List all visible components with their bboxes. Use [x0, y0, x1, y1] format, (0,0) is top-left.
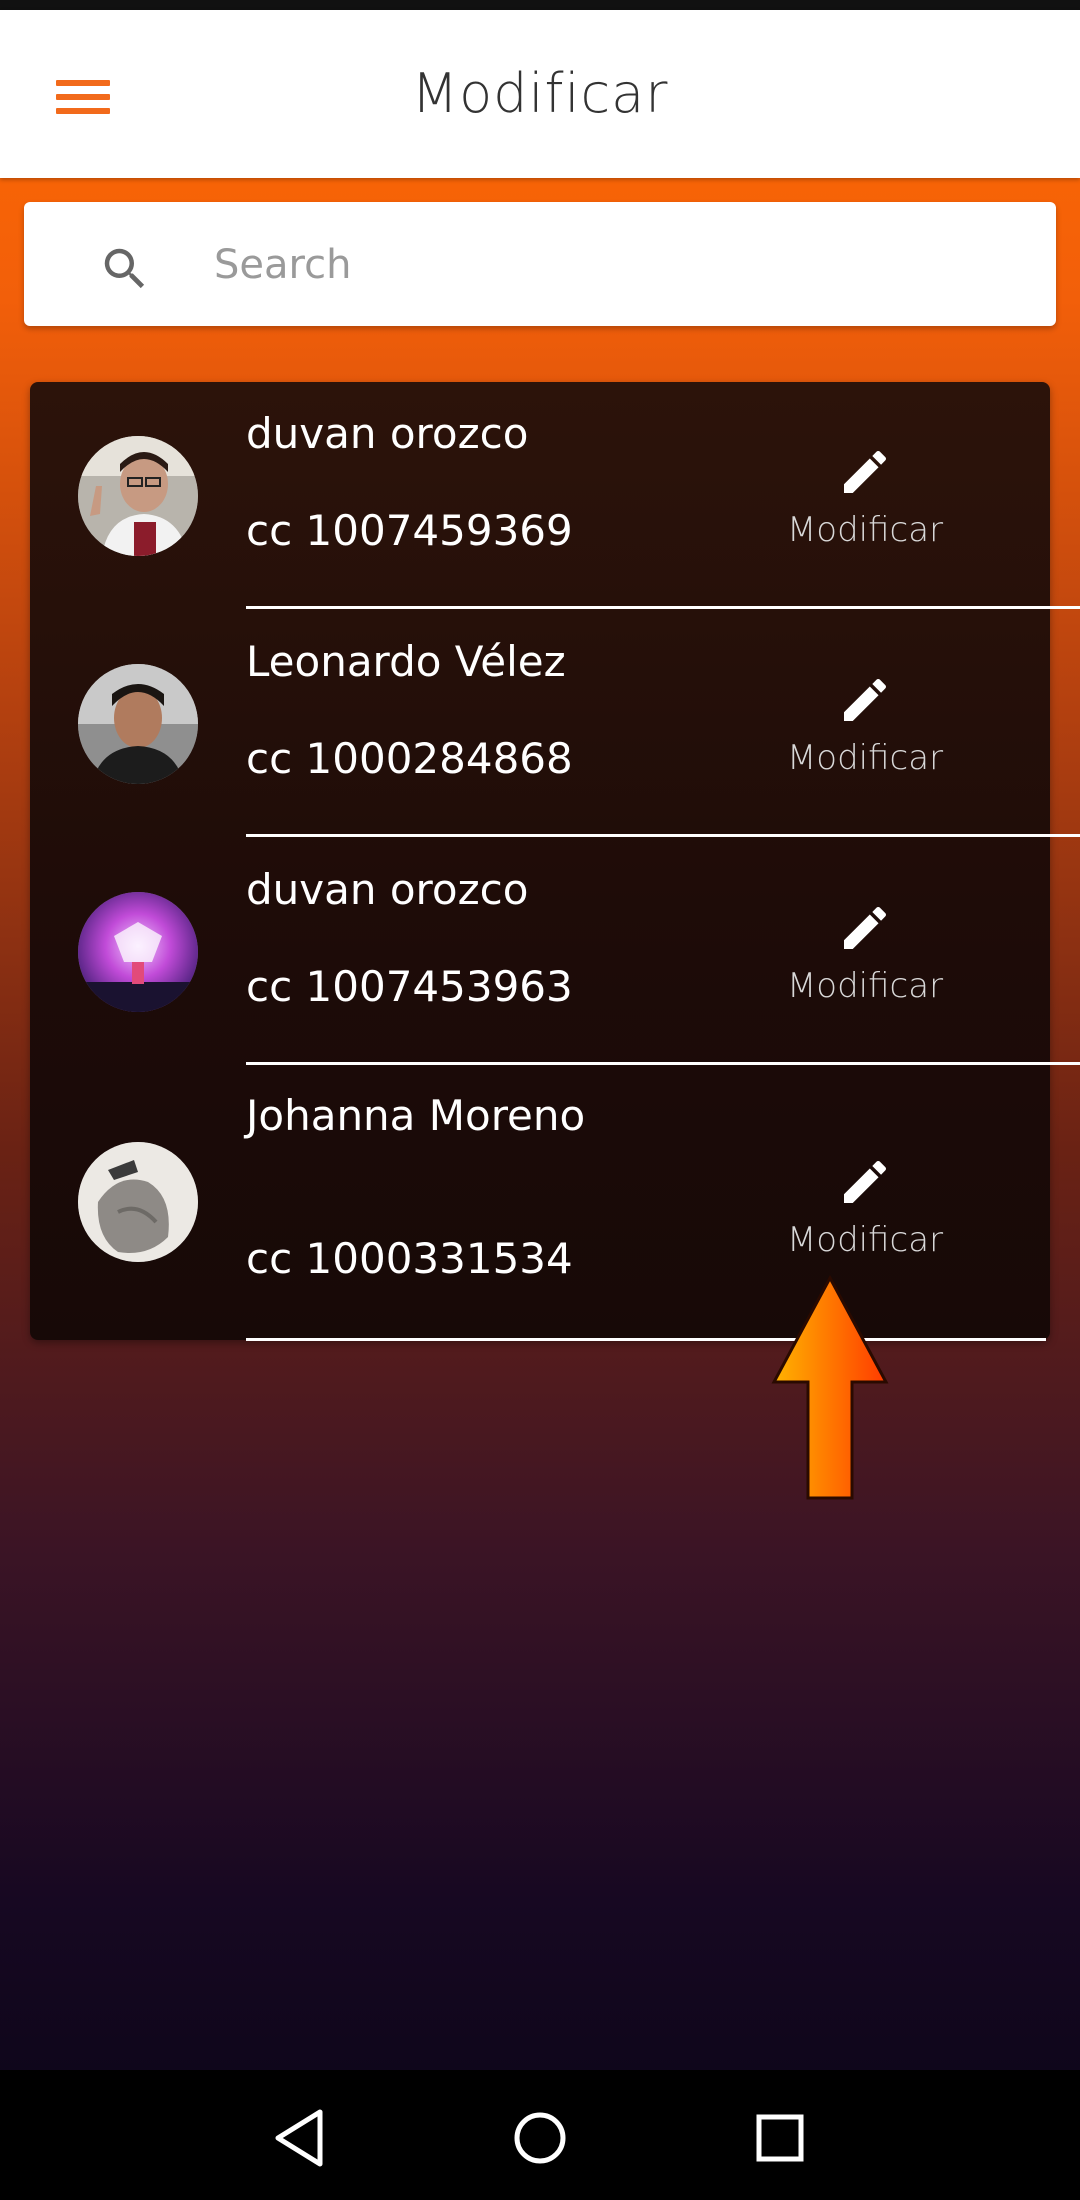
pencil-icon: [750, 900, 980, 956]
search-bar[interactable]: [24, 202, 1056, 326]
modify-label: Modificar: [786, 1220, 944, 1260]
modify-label: Modificar: [786, 510, 944, 550]
list-item[interactable]: duvan orozco cc 1007453963 Modificar: [30, 838, 1050, 1066]
avatar: [78, 436, 198, 556]
recents-square-icon: [740, 2114, 820, 2182]
modify-label: Modificar: [786, 966, 944, 1006]
avatar: [78, 664, 198, 784]
user-list: duvan orozco cc 1007459369 Modificar Leo…: [30, 382, 1080, 1340]
app-bar: Modificar: [0, 10, 1080, 178]
user-name: duvan orozco: [246, 409, 529, 458]
pencil-icon: [750, 672, 980, 728]
back-button[interactable]: [262, 2098, 342, 2178]
user-id: cc 1000331534: [246, 1234, 573, 1283]
modify-button[interactable]: Modificar: [750, 1154, 980, 1284]
home-button[interactable]: [500, 2098, 580, 2178]
recents-button[interactable]: [740, 2098, 820, 2178]
list-item[interactable]: duvan orozco cc 1007459369 Modificar: [30, 382, 1050, 610]
modify-button[interactable]: Modificar: [750, 900, 980, 1030]
up-arrow-icon: [770, 1274, 890, 1502]
search-icon: [98, 242, 152, 296]
user-name: Johanna Moreno: [246, 1091, 586, 1140]
user-id: cc 1000284868: [246, 734, 573, 783]
avatar: [78, 892, 198, 1012]
user-name: Leonardo Vélez: [246, 637, 566, 686]
search-input[interactable]: [212, 232, 1016, 298]
divider: [246, 1338, 1046, 1341]
back-triangle-icon: [262, 2109, 342, 2182]
home-circle-icon: [500, 2112, 580, 2182]
menu-button[interactable]: [44, 64, 124, 144]
avatar: [78, 1142, 198, 1262]
page-title: Modificar: [411, 62, 669, 125]
modify-button[interactable]: Modificar: [750, 444, 980, 574]
user-id: cc 1007459369: [246, 506, 573, 555]
pencil-icon: [750, 444, 980, 500]
user-id: cc 1007453963: [246, 962, 573, 1011]
divider: [246, 834, 1080, 837]
pencil-icon: [750, 1154, 980, 1210]
status-bar: [0, 0, 1080, 10]
user-name: duvan orozco: [246, 865, 529, 914]
list-item[interactable]: Leonardo Vélez cc 1000284868 Modificar: [30, 610, 1050, 838]
modify-button[interactable]: Modificar: [750, 672, 980, 802]
divider: [246, 1062, 1080, 1065]
modify-label: Modificar: [786, 738, 944, 778]
list-item[interactable]: Johanna Moreno cc 1000331534 Modificar: [30, 1066, 1050, 1340]
system-nav-bar: [0, 2070, 1080, 2200]
divider: [246, 606, 1080, 609]
